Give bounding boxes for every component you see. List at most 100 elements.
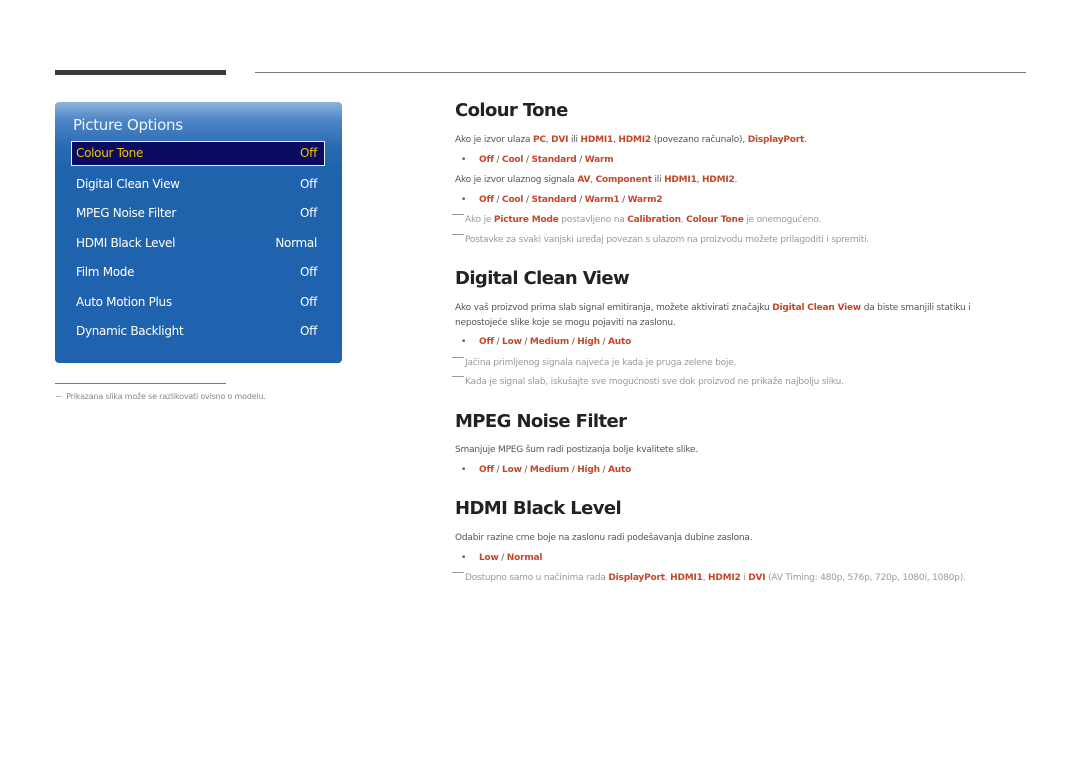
highlight-term: Colour Tone — [686, 215, 744, 225]
option-value: Cool — [502, 155, 524, 165]
bullet-icon: • — [461, 155, 467, 165]
hdmi-black-level-paragraph: Odabir razine crne boje na zaslonu radi … — [455, 533, 753, 543]
option-separator: / — [521, 337, 530, 347]
footnote-text: Prikazana slika može se razlikovati ovis… — [66, 392, 266, 401]
option-value: High — [577, 465, 600, 475]
menu-item-digital-clean-view[interactable]: Digital Clean View Off — [71, 172, 325, 197]
menu-item-label: Colour Tone — [76, 146, 144, 160]
digital-clean-view-options: • Off / Low / Medium / High / Auto — [455, 337, 631, 347]
highlight-term: Digital Clean View — [772, 303, 862, 313]
option-value: Warm1 — [584, 195, 620, 205]
mpeg-noise-filter-options: • Off / Low / Medium / High / Auto — [455, 465, 631, 475]
menu-item-label: Auto Motion Plus — [76, 295, 172, 309]
highlight-term: DisplayPort — [608, 573, 665, 583]
menu-item-label: MPEG Noise Filter — [76, 206, 177, 220]
bullet-icon: • — [461, 465, 467, 475]
highlight-term: AV — [577, 175, 591, 185]
option-separator: / — [599, 465, 609, 475]
colour-tone-note-calibration: Ako je Picture Mode postavljeno na Calib… — [452, 214, 821, 225]
section-title-colour-tone: Colour Tone — [455, 100, 568, 121]
option-separator: / — [576, 155, 585, 165]
text-run: Ako je izvor ulaza — [455, 135, 533, 145]
menu-item-hdmi-black-level[interactable]: HDMI Black Level Normal — [71, 231, 325, 256]
section-title-hdmi-black-level: HDMI Black Level — [455, 498, 622, 519]
option-separator: / — [599, 337, 609, 347]
note-dash — [452, 357, 464, 358]
bullet-icon: • — [461, 337, 467, 347]
highlight-term: HDMI2 — [701, 175, 735, 185]
highlight-term: PC — [532, 135, 546, 145]
bullet-icon: • — [461, 553, 467, 563]
menu-item-label: HDMI Black Level — [76, 236, 176, 250]
text-run: . — [734, 175, 738, 185]
highlight-term: HDMI1 — [580, 135, 614, 145]
option-value: Off — [479, 337, 494, 347]
highlight-term: DisplayPort — [747, 135, 805, 145]
menu-item-auto-motion-plus[interactable]: Auto Motion Plus Off — [71, 290, 325, 315]
highlight-term: Component — [595, 175, 652, 185]
note-text: Kada je signal slab, iskušajte sve moguć… — [465, 377, 844, 387]
highlight-term: DVI — [551, 135, 569, 145]
option-value: Low — [502, 465, 522, 475]
option-value: Medium — [529, 465, 570, 475]
colour-tone-note-devices: Postavke za svaki vanjski uređaj povezan… — [452, 234, 869, 245]
text-run: postavljeno na — [558, 215, 628, 225]
note-text: Jačina primljenog signala najveća je kad… — [465, 358, 737, 368]
footnote-rule — [55, 383, 226, 384]
option-value: Warm2 — [627, 195, 663, 205]
option-value: Low — [502, 337, 522, 347]
digital-clean-view-note-signal: Jačina primljenog signala najveća je kad… — [452, 357, 736, 368]
menu-item-film-mode[interactable]: Film Mode Off — [71, 260, 325, 285]
digital-clean-view-note-weak: Kada je signal slab, iskušajte sve moguć… — [452, 376, 844, 387]
option-value: Off — [479, 195, 494, 205]
menu-item-value: Off — [300, 265, 317, 279]
colour-tone-options-pc: • Off / Cool / Standard / Warm — [455, 155, 614, 165]
note-dash — [452, 376, 464, 377]
colour-tone-paragraph-av: Ako je izvor ulaznog signala AV, Compone… — [455, 173, 737, 188]
option-separator: / — [569, 337, 578, 347]
note-dash — [452, 572, 464, 573]
hdmi-black-level-note: Dostupno samo u načinima rada DisplayPor… — [452, 572, 966, 583]
digital-clean-view-paragraph: Ako vaš proizvod prima slab signal emiti… — [455, 301, 1015, 331]
text-run: Ako je izvor ulaznog signala — [455, 175, 578, 185]
menu-item-dynamic-backlight[interactable]: Dynamic Backlight Off — [71, 319, 325, 344]
option-value: Standard — [531, 155, 577, 165]
option-value: Standard — [531, 195, 577, 205]
menu-item-label: Film Mode — [76, 265, 135, 279]
text-run: Ako je — [465, 215, 494, 225]
option-value: Auto — [608, 337, 632, 347]
menu-title: Picture Options — [73, 116, 183, 134]
option-value: High — [577, 337, 600, 347]
highlight-term: HDMI2 — [708, 573, 741, 583]
option-value: Warm — [584, 155, 614, 165]
menu-item-value: Normal — [275, 236, 317, 250]
text-run: ili — [651, 175, 665, 185]
note-dash — [452, 214, 464, 215]
highlight-term: Calibration — [627, 215, 681, 225]
text-run: (povezano računalo), — [651, 135, 748, 145]
note-text: Postavke za svaki vanjski uređaj povezan… — [465, 235, 870, 245]
option-value: Normal — [506, 553, 543, 563]
colour-tone-options-av: • Off / Cool / Standard / Warm1 / Warm2 — [455, 195, 663, 205]
footnote: − Prikazana slika može se razlikovati ov… — [55, 392, 266, 401]
menu-item-value: Off — [300, 206, 317, 220]
menu-item-mpeg-noise-filter[interactable]: MPEG Noise Filter Off — [71, 201, 325, 226]
menu-item-label: Dynamic Backlight — [76, 324, 184, 338]
highlight-term: Picture Mode — [493, 215, 559, 225]
option-separator: / — [498, 553, 507, 563]
menu-item-colour-tone[interactable]: Colour Tone Off — [71, 141, 325, 166]
option-separator: / — [569, 465, 578, 475]
option-value: Off — [479, 155, 494, 165]
menu-item-value: Off — [300, 177, 317, 191]
footnote-dash: − — [55, 392, 62, 401]
option-separator: / — [576, 195, 585, 205]
text-run: ili — [568, 135, 581, 145]
text-run: . — [804, 135, 807, 145]
picture-options-menu: Picture Options Colour Tone Off Digital … — [55, 102, 342, 363]
highlight-term: DVI — [748, 573, 766, 583]
section-title-digital-clean-view: Digital Clean View — [455, 268, 630, 289]
text-run: Dostupno samo u načinima rada — [465, 573, 609, 583]
option-value: Medium — [529, 337, 570, 347]
highlight-term: HDMI1 — [664, 175, 697, 185]
menu-item-value: Off — [300, 295, 317, 309]
